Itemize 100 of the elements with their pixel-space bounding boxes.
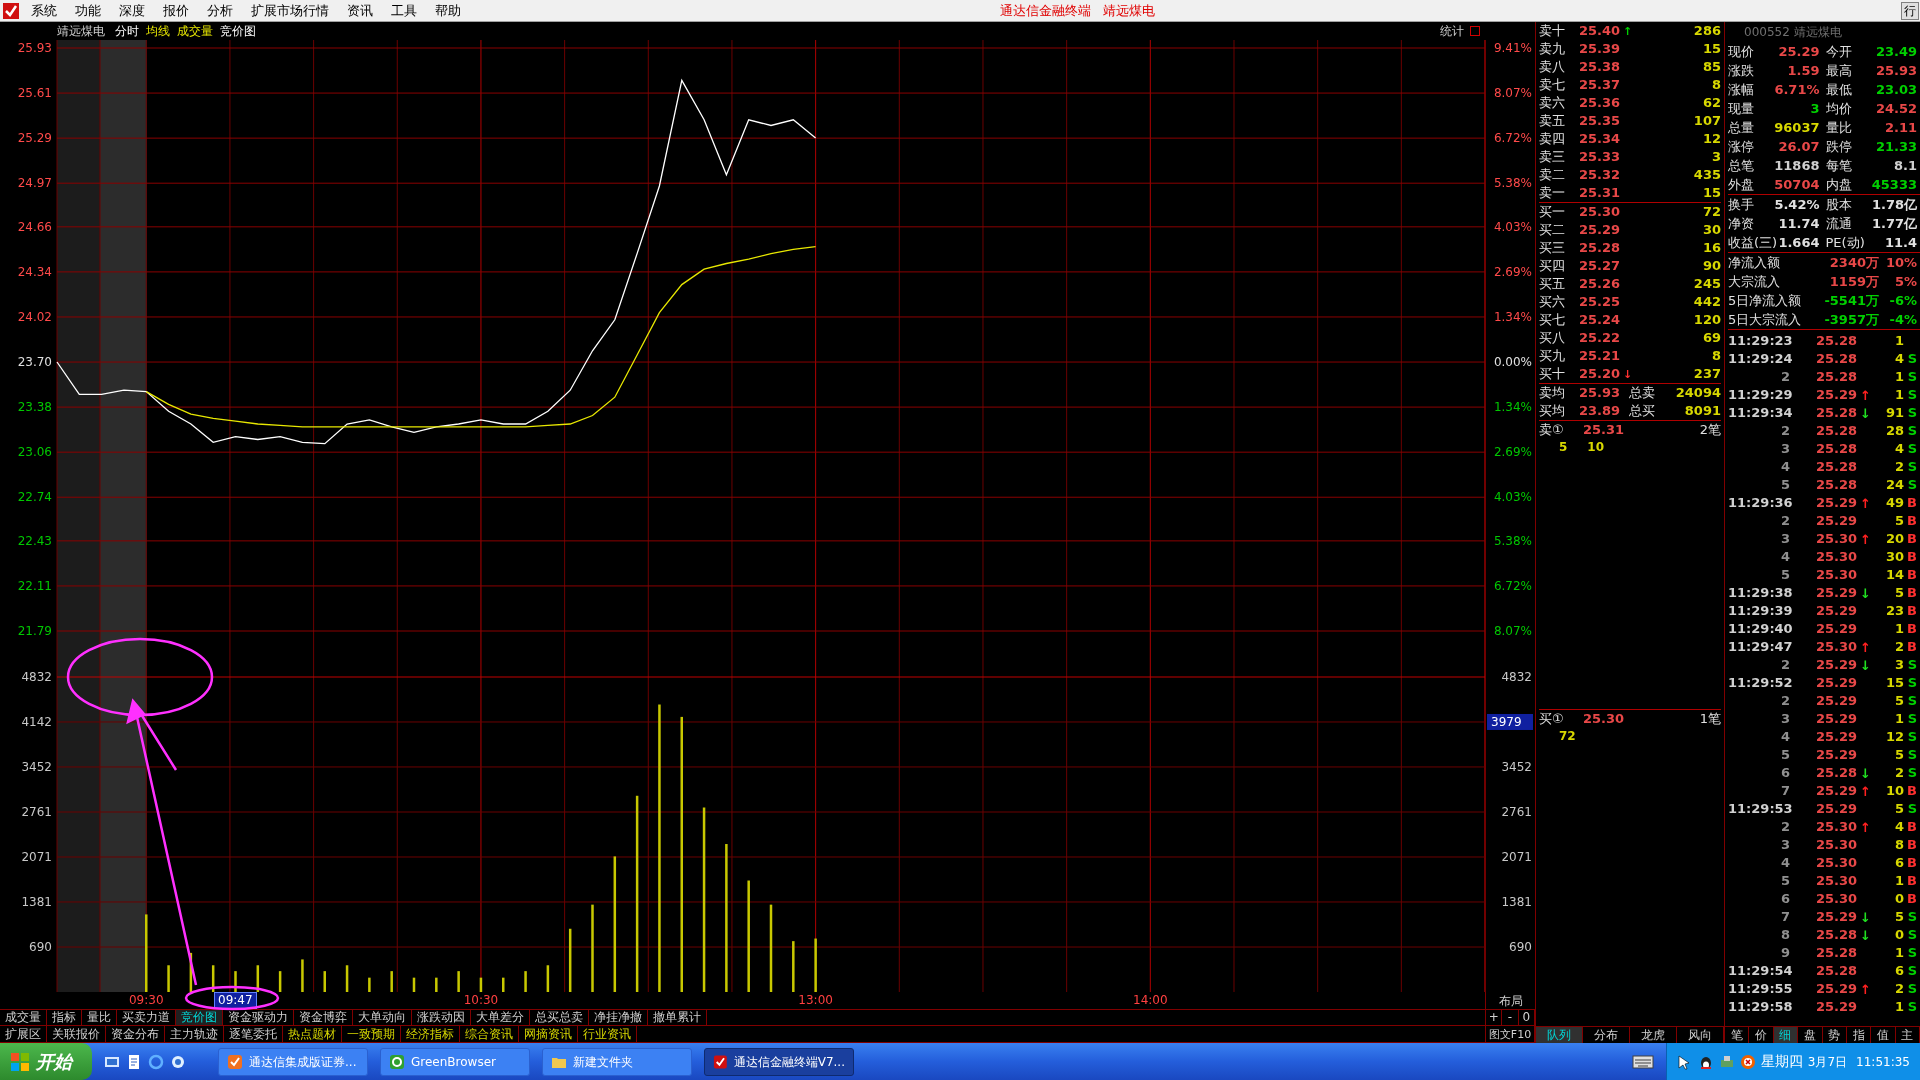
zoom-button[interactable]: +	[1486, 1010, 1503, 1025]
level-price: 25.21	[1579, 347, 1622, 366]
tick-time: 11:29:34	[1728, 404, 1794, 423]
tab[interactable]: 行业资讯	[578, 1026, 637, 1042]
tab[interactable]: 量比	[82, 1010, 117, 1025]
taskbar-button[interactable]: 通达信集成版证券...	[218, 1047, 368, 1076]
menu-item[interactable]: 报价	[154, 0, 198, 21]
tab[interactable]: 竞价图	[176, 1010, 223, 1025]
tab[interactable]: 资金分布	[106, 1026, 165, 1042]
tick-sequence: 2	[1779, 818, 1790, 837]
browser-icon[interactable]	[148, 1053, 164, 1070]
axis-label: 25.29	[17, 131, 52, 146]
taskbar-button[interactable]: GreenBrowser	[380, 1047, 530, 1076]
volume-bar	[189, 952, 193, 992]
tick-price: 25.29	[1816, 620, 1859, 639]
menu-item[interactable]: 帮助	[426, 0, 470, 21]
tick-sequence: 5	[1779, 746, 1790, 765]
layout-button[interactable]: 布局	[1485, 992, 1535, 1009]
menu-item[interactable]: 扩展市场行情	[242, 0, 338, 21]
level-volume: 72	[1701, 203, 1721, 222]
chart-mode-label[interactable]: 分时	[115, 22, 139, 40]
menu-item[interactable]: 分析	[198, 0, 242, 21]
chart-mode-label[interactable]: 竞价图	[220, 22, 256, 40]
tab[interactable]: 涨跌动因	[412, 1010, 471, 1025]
volume-bar	[546, 965, 550, 992]
zoom-button[interactable]: -	[1502, 1010, 1519, 1025]
tick-sequence: 4	[1779, 548, 1790, 567]
tick-sequence: 7	[1779, 908, 1790, 927]
menu-item[interactable]: 功能	[66, 0, 110, 21]
tick-side: B	[1906, 782, 1917, 801]
tick-volume: 3	[1893, 656, 1904, 675]
menu-item[interactable]: 深度	[110, 0, 154, 21]
globe-icon[interactable]	[170, 1053, 186, 1070]
keyboard-icon[interactable]	[1631, 1054, 1654, 1069]
tab[interactable]: 资金驱动力	[223, 1010, 294, 1025]
axis-label: 23.70	[17, 355, 52, 370]
tab[interactable]: 热点题材	[283, 1026, 342, 1042]
taskbar-button[interactable]: 新建文件夹	[542, 1047, 692, 1076]
title-text: 靖远煤电	[1102, 1, 1156, 20]
statistics-button[interactable]: 统计	[1440, 22, 1464, 40]
level-label: 买四	[1539, 257, 1566, 276]
tick-volume: 30	[1884, 548, 1904, 567]
zoom-button[interactable]: 0	[1518, 1010, 1535, 1025]
tick-price: 25.28	[1816, 332, 1859, 351]
tab[interactable]: 大单动向	[353, 1010, 412, 1025]
tab[interactable]: 队列	[1536, 1027, 1583, 1043]
tab[interactable]: 逐笔委托	[224, 1026, 283, 1042]
tick-time: 11:29:40	[1728, 620, 1794, 639]
tab[interactable]: 一致预期	[342, 1026, 401, 1042]
quote-value: 21.33	[1875, 137, 1917, 156]
flow-label: 5日净流入额	[1728, 291, 1803, 310]
panel-toggle-icon[interactable]	[1470, 26, 1480, 36]
quote-value: 45333	[1871, 175, 1917, 194]
price-arrow: ↓	[1860, 928, 1871, 942]
tab[interactable]: 经济指标	[401, 1026, 460, 1042]
tab[interactable]: 综合资讯	[460, 1026, 519, 1042]
tab[interactable]: 净挂净撤	[589, 1010, 648, 1025]
tick-side: S	[1906, 368, 1917, 387]
level-volume: 245	[1692, 275, 1721, 294]
tick-price: 25.28	[1816, 404, 1859, 423]
tick-sequence: 2	[1779, 368, 1790, 387]
menu-item[interactable]: 工具	[382, 0, 426, 21]
chart-mode-label[interactable]: 成交量	[177, 22, 213, 40]
tab[interactable]: 关联报价	[47, 1026, 106, 1042]
tick-side: S	[1906, 386, 1917, 405]
quote-value: 6.71%	[1774, 80, 1820, 99]
corner-button[interactable]: 行	[1901, 1, 1919, 20]
level-label: 卖八	[1539, 58, 1566, 77]
tick-volume: 5	[1893, 800, 1904, 819]
menu-item[interactable]: 资讯	[338, 0, 382, 21]
tab[interactable]: 资金博弈	[294, 1010, 353, 1025]
tick-side: B	[1906, 890, 1917, 909]
tab[interactable]: 指标	[47, 1010, 82, 1025]
taskbar-button[interactable]: 通达信金融终端V7...	[704, 1047, 854, 1076]
tab[interactable]: 总买总卖	[530, 1010, 589, 1025]
tab[interactable]: 主力轨迹	[165, 1026, 224, 1042]
tick-side: S	[1906, 476, 1917, 495]
tab[interactable]: 大单差分	[471, 1010, 530, 1025]
tab[interactable]: 细	[1773, 1027, 1799, 1043]
flow-amount: 2340万	[1829, 253, 1879, 272]
menu-item[interactable]: 系统	[22, 0, 66, 21]
chart-mode-label[interactable]: 均线	[146, 22, 170, 40]
total-volume: 8091	[1683, 402, 1721, 421]
tick-price: 25.28	[1816, 458, 1859, 477]
tab[interactable]: 网摘资讯	[519, 1026, 578, 1042]
quote-value: 1.59	[1787, 61, 1820, 80]
tick-sequence: 4	[1779, 728, 1790, 747]
tick-price: 25.30	[1816, 638, 1859, 657]
price-arrow: ↑	[1860, 388, 1871, 402]
level-label: 买九	[1539, 347, 1566, 366]
quote-label: 每笔	[1825, 156, 1852, 175]
tab[interactable]: 撤单累计	[648, 1010, 707, 1025]
f10-button[interactable]: 图文F10	[1485, 1026, 1535, 1042]
time-label: 13:00	[798, 992, 833, 1009]
document-icon[interactable]	[126, 1053, 142, 1070]
level-price: 25.35	[1579, 112, 1622, 131]
tick-volume: 24	[1884, 476, 1904, 495]
tab[interactable]: 成交量	[0, 1010, 47, 1025]
tab[interactable]: 扩展区	[0, 1026, 47, 1042]
volume-bar	[412, 977, 416, 992]
